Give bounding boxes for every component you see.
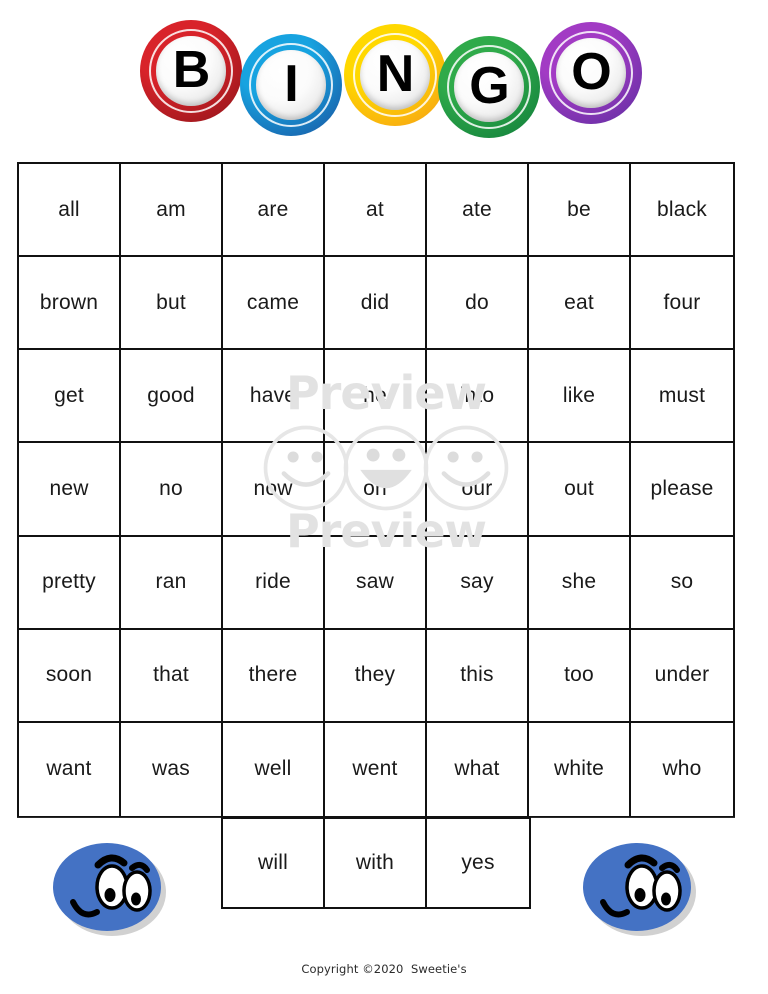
word-cell[interactable]: eat [529, 257, 631, 351]
ball-letter: I [284, 54, 298, 113]
ball-face: B [156, 36, 226, 106]
word-grid-overflow-row: will with yes [221, 817, 531, 909]
word-cell[interactable]: at [325, 164, 427, 258]
bingo-ball-g: G [438, 36, 540, 138]
word-cell[interactable]: what [427, 722, 529, 816]
word-cell[interactable]: our [427, 443, 529, 537]
ball-face: G [454, 52, 524, 122]
word-cell[interactable]: this [427, 629, 529, 723]
bingo-ball-i: I [240, 34, 342, 136]
word-cell[interactable]: be [529, 164, 631, 258]
word-cell[interactable]: on [325, 443, 427, 537]
word-cell[interactable]: get [19, 350, 121, 444]
ball-face: N [360, 40, 430, 110]
word-cell[interactable]: but [121, 257, 223, 351]
word-cell[interactable]: like [529, 350, 631, 444]
word-cell[interactable]: ran [121, 536, 223, 630]
ball-face: O [556, 38, 626, 108]
copyright-notice: Copyright ©2020 Sweetie's [301, 962, 467, 976]
word-cell[interactable]: please [631, 443, 733, 537]
word-cell[interactable]: soon [19, 629, 121, 723]
word-cell[interactable]: she [529, 536, 631, 630]
word-cell[interactable]: are [223, 164, 325, 258]
word-cell[interactable]: out [529, 443, 631, 537]
word-cell[interactable]: no [121, 443, 223, 537]
word-cell[interactable]: all [19, 164, 121, 258]
word-cell[interactable]: now [223, 443, 325, 537]
word-cell[interactable]: with [325, 819, 427, 907]
ball-letter: N [376, 44, 415, 103]
word-cell[interactable]: he [325, 350, 427, 444]
word-cell[interactable]: went [325, 722, 427, 816]
word-cell[interactable]: white [529, 722, 631, 816]
bingo-ball-n: N [344, 24, 446, 126]
word-cell[interactable]: into [427, 350, 529, 444]
word-cell[interactable]: four [631, 257, 733, 351]
word-cell[interactable]: am [121, 164, 223, 258]
ball-letter: B [172, 40, 211, 99]
word-cell[interactable]: came [223, 257, 325, 351]
word-cell[interactable]: who [631, 723, 733, 816]
word-cell[interactable]: too [529, 629, 631, 723]
word-cell[interactable]: ate [427, 164, 529, 258]
word-cell[interactable]: ride [223, 536, 325, 630]
word-cell[interactable]: that [121, 629, 223, 723]
word-grid: all am are at ate be black brown but came did do eat… [17, 162, 735, 818]
bingo-ball-o: O [540, 22, 642, 124]
word-cell[interactable]: want [19, 722, 121, 816]
word-cell[interactable]: was [121, 722, 223, 816]
word-cell[interactable]: good [121, 350, 223, 444]
word-cell[interactable]: do [427, 257, 529, 351]
word-cell[interactable]: they [325, 629, 427, 723]
bingo-header: B I NG O [0, 0, 768, 152]
word-cell[interactable]: brown [19, 257, 121, 351]
word-cell[interactable]: must [631, 350, 733, 444]
word-cell[interactable]: so [631, 537, 733, 630]
word-cell[interactable]: yes [427, 819, 529, 907]
word-cell[interactable]: did [325, 257, 427, 351]
word-cell[interactable]: pretty [19, 536, 121, 630]
word-cell[interactable]: saw [325, 536, 427, 630]
word-cell[interactable]: will [223, 819, 325, 907]
word-cell[interactable]: there [223, 629, 325, 723]
word-cell[interactable]: say [427, 536, 529, 630]
word-cell[interactable]: well [223, 722, 325, 816]
bingo-ball-b: B [140, 20, 242, 122]
mascot-face-right [583, 843, 696, 936]
word-cell[interactable]: new [19, 443, 121, 537]
word-cell[interactable]: have [223, 350, 325, 444]
mascot-face-left [53, 843, 166, 936]
ball-letter: G [469, 56, 509, 115]
ball-letter: O [571, 42, 611, 101]
ball-face: I [256, 50, 326, 120]
word-cell[interactable]: black [631, 164, 733, 258]
word-cell[interactable]: under [631, 630, 733, 723]
